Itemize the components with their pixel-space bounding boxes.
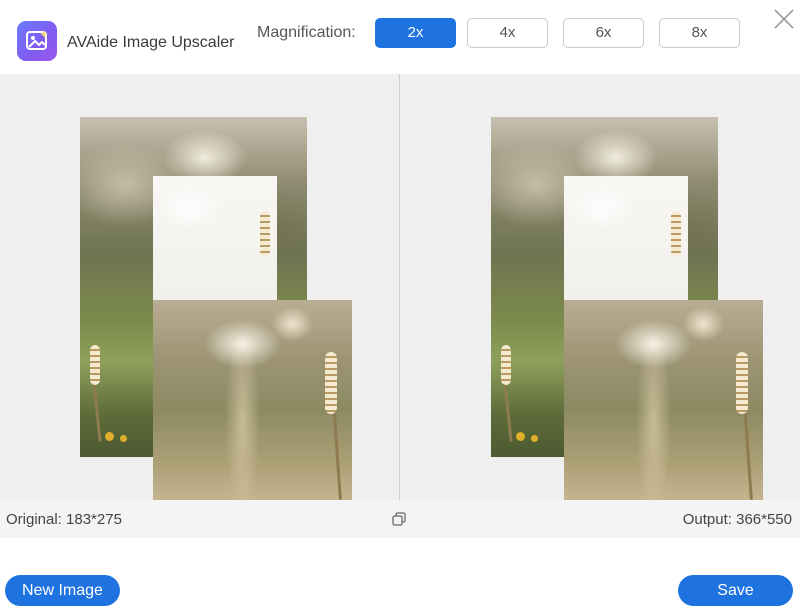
copy-compare-icon[interactable] — [392, 512, 406, 526]
magnification-4x-button[interactable]: 4x — [467, 18, 548, 48]
save-button[interactable]: Save — [678, 575, 793, 606]
app-logo — [17, 21, 57, 61]
output-photo-medium — [564, 176, 688, 301]
original-photo-medium — [153, 176, 277, 301]
image-sparkle-icon — [26, 30, 48, 50]
magnification-2x-button[interactable]: 2x — [375, 18, 456, 48]
preview-area — [0, 74, 800, 500]
magnification-6x-button[interactable]: 6x — [563, 18, 644, 48]
original-size-label: Original: 183*275 — [6, 511, 122, 528]
close-icon[interactable] — [772, 7, 796, 31]
new-image-button[interactable]: New Image — [5, 575, 120, 606]
app-header: AVAide Image Upscaler Magnification: 2x … — [0, 0, 800, 72]
magnification-label: Magnification: — [257, 24, 356, 41]
output-photo-small — [564, 300, 763, 500]
original-photo-small — [153, 300, 352, 500]
app-title: AVAide Image Upscaler — [67, 34, 235, 51]
output-size-label: Output: 366*550 — [682, 511, 792, 528]
size-info-bar: Original: 183*275 Output: 366*550 — [0, 500, 800, 538]
magnification-8x-button[interactable]: 8x — [659, 18, 740, 48]
panel-divider — [399, 74, 400, 500]
